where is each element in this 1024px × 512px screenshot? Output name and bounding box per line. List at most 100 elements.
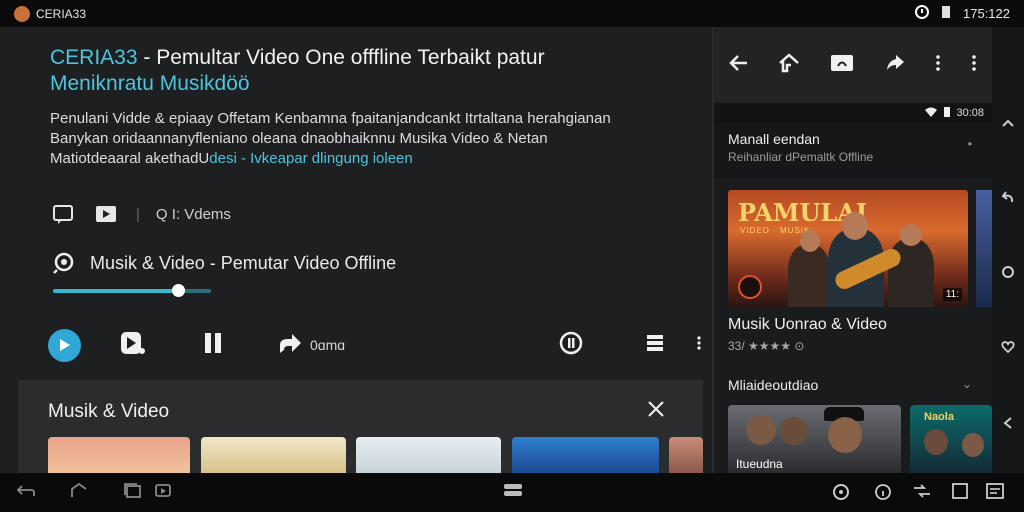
related-label: Mliaideoutdiao bbox=[728, 377, 819, 393]
playlist-thumbnail[interactable] bbox=[201, 437, 346, 473]
now-playing-row: Musik & Video - Pemutar Video Offline bbox=[52, 251, 396, 275]
seek-bar-fill bbox=[53, 289, 178, 293]
app-logo-icon bbox=[14, 5, 30, 22]
recents-icon[interactable] bbox=[124, 483, 142, 504]
playlist-thumbnail[interactable] bbox=[356, 437, 501, 473]
info-icon[interactable] bbox=[874, 483, 892, 506]
home-button[interactable] bbox=[48, 327, 81, 363]
chevron-up-icon[interactable] bbox=[1001, 115, 1015, 133]
divider: | bbox=[136, 205, 140, 223]
mode-row: | Q I: Vdems bbox=[52, 203, 231, 225]
section-subtitle: Reihanliar dPemaltk Offline bbox=[728, 150, 874, 164]
description: Penulani Vidde & epiaay Offetam Kenbamna… bbox=[50, 109, 670, 169]
video-meta: 33/ ★★★★ ⊙ bbox=[728, 339, 805, 353]
side-panel: 30:08 Manall eendan Reihanliar dPemaltk … bbox=[712, 27, 992, 473]
player-main: CERIA33 - Pemultar Video One offfline Te… bbox=[0, 27, 712, 473]
forward-button[interactable]: 0ɑmɑ bbox=[278, 327, 345, 363]
forward-icon bbox=[278, 333, 302, 358]
play-button[interactable] bbox=[118, 327, 146, 363]
app-name: CERIA33 bbox=[36, 6, 87, 21]
share-icon[interactable] bbox=[884, 53, 906, 78]
play-icon bbox=[118, 329, 146, 362]
more-button[interactable] bbox=[696, 327, 702, 363]
person-head bbox=[746, 415, 776, 445]
handle-icon[interactable] bbox=[503, 483, 523, 502]
desc-line-1: Penulani Vidde & epiaay Offetam Kenbamna… bbox=[50, 110, 611, 127]
seek-handle[interactable] bbox=[171, 284, 185, 297]
video-icon[interactable] bbox=[94, 204, 120, 224]
wifi-icon bbox=[924, 107, 938, 120]
navigation-bar bbox=[0, 473, 1024, 512]
performer-head bbox=[900, 224, 922, 246]
screen-icon[interactable] bbox=[154, 483, 172, 504]
title-text: - Pemultar Video One offfline Terbaikt p… bbox=[137, 46, 545, 69]
side-toolbar bbox=[714, 27, 992, 103]
close-icon bbox=[647, 401, 665, 422]
search-icon[interactable] bbox=[52, 251, 76, 275]
playlist-thumbnail[interactable] bbox=[512, 437, 659, 473]
featured-thumbnail[interactable]: PAMULAI VIDEO · MUSIK 11: bbox=[728, 190, 968, 307]
pause-button[interactable] bbox=[202, 327, 226, 363]
performer-head bbox=[842, 212, 868, 240]
window-icon[interactable] bbox=[952, 483, 968, 504]
battery-icon bbox=[941, 5, 951, 22]
performer-head bbox=[800, 230, 820, 252]
heart-icon[interactable] bbox=[1001, 340, 1015, 359]
related-thumbnail[interactable]: Itueudna bbox=[728, 405, 901, 473]
title-brand: CERIA33 bbox=[50, 46, 138, 69]
person-head bbox=[780, 417, 808, 445]
side-section[interactable]: Manall eendan Reihanliar dPemaltk Offlin… bbox=[714, 123, 992, 179]
seek-bar[interactable] bbox=[53, 284, 211, 297]
overflow-icon[interactable] bbox=[971, 54, 977, 77]
caption-icon[interactable] bbox=[986, 483, 1004, 504]
channel-logo-icon bbox=[738, 275, 762, 299]
home-icon[interactable] bbox=[778, 52, 800, 78]
circle-icon[interactable] bbox=[1001, 265, 1015, 284]
related-thumbnail[interactable]: Naola bbox=[910, 405, 992, 473]
page-title: CERIA33 - Pemultar Video One offfline Te… bbox=[50, 45, 650, 97]
timer-icon bbox=[558, 330, 584, 361]
menu-button[interactable] bbox=[646, 327, 664, 363]
person-head bbox=[962, 433, 984, 457]
cast-icon[interactable] bbox=[830, 54, 854, 77]
battery-icon bbox=[944, 106, 951, 120]
back-icon[interactable] bbox=[1001, 416, 1015, 435]
undo-icon[interactable] bbox=[1001, 190, 1015, 209]
back-button[interactable] bbox=[729, 54, 749, 77]
player-controls: 0ɑmɑ bbox=[48, 327, 708, 363]
mode-label[interactable]: Q I: Vdems bbox=[156, 206, 231, 223]
clock: 175:122 bbox=[963, 6, 1010, 21]
playlist-thumbnail[interactable] bbox=[669, 437, 703, 473]
next-thumbnail-peek[interactable] bbox=[976, 190, 992, 307]
video-duration: 11: bbox=[942, 288, 962, 301]
side-status: 30:08 bbox=[714, 103, 992, 123]
more-icon[interactable] bbox=[935, 54, 941, 77]
alarm-icon bbox=[915, 5, 929, 22]
playlist-thumbnail[interactable] bbox=[48, 437, 190, 473]
menu-icon bbox=[646, 333, 664, 358]
home-nav-icon[interactable] bbox=[70, 482, 88, 504]
now-playing-title: Musik & Video - Pemutar Video Offline bbox=[90, 252, 397, 273]
settings-icon[interactable] bbox=[832, 483, 850, 506]
close-button[interactable] bbox=[647, 400, 665, 423]
person-head bbox=[924, 429, 948, 455]
section-title: Manall eendan bbox=[728, 131, 820, 147]
back-nav-icon[interactable] bbox=[16, 483, 36, 504]
timer-button[interactable] bbox=[558, 327, 584, 363]
performer-figure bbox=[788, 245, 830, 307]
video-title[interactable]: Musik Uonrao & Video bbox=[728, 316, 887, 334]
more-icon bbox=[696, 335, 702, 356]
speed-label: 0ɑmɑ bbox=[310, 337, 346, 353]
status-bar: CERIA33 175:122 bbox=[0, 0, 1024, 27]
chevron-down-icon[interactable]: ⌄ bbox=[962, 377, 972, 391]
dot-icon: • bbox=[967, 137, 972, 151]
related-label-1: Itueudna bbox=[736, 457, 783, 471]
right-rail bbox=[992, 27, 1024, 473]
desc-line-3-accent: desi - Ivkeapar dlingung ioleen bbox=[209, 150, 413, 167]
desc-line-3: Matiotdeaaral akethadU bbox=[50, 150, 210, 167]
hero-subtitle: VIDEO · MUSIK bbox=[740, 226, 811, 235]
sync-icon[interactable] bbox=[912, 483, 932, 504]
chat-icon[interactable] bbox=[52, 203, 78, 225]
panel-title: Musik & Video bbox=[48, 401, 170, 422]
playlist-panel: Musik & Video bbox=[18, 380, 703, 473]
